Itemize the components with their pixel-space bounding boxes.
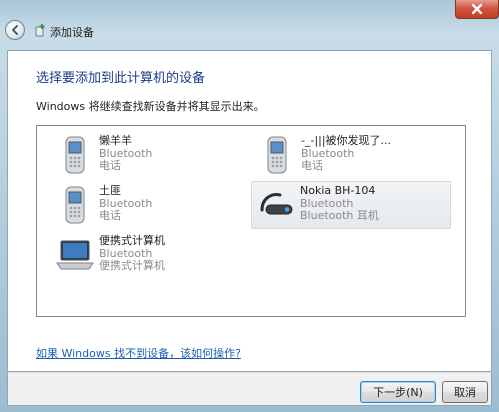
back-arrow-icon bbox=[12, 25, 18, 35]
headset-icon bbox=[252, 182, 300, 228]
content-panel: 选择要添加到此计算机的设备 Windows 将继续查找新设备并将其显示出来。 懒… bbox=[7, 50, 492, 372]
device-name: Nokia BH-104 bbox=[300, 184, 376, 197]
device-name: 懒羊羊 bbox=[99, 134, 132, 147]
device-item[interactable]: -_-|||被你发现了... Bluetooth 电话 bbox=[253, 132, 453, 180]
device-category: 电话 bbox=[99, 159, 121, 172]
phone-icon bbox=[51, 132, 99, 178]
device-name: -_-|||被你发现了... bbox=[301, 134, 392, 147]
cancel-button[interactable]: 取消 bbox=[442, 381, 488, 403]
page-heading: 选择要添加到此计算机的设备 bbox=[36, 71, 206, 86]
help-link[interactable]: 如果 Windows 找不到设备，该如何操作? bbox=[36, 345, 241, 361]
device-category: 电话 bbox=[99, 209, 121, 222]
device-category: 电话 bbox=[301, 159, 323, 172]
device-list[interactable]: 懒羊羊 Bluetooth 电话 土匪 Bluetooth 电话 便携式计算机 … bbox=[36, 125, 466, 317]
device-category: 便携式计算机 bbox=[99, 259, 165, 272]
device-name: 土匪 bbox=[99, 184, 121, 197]
phone-icon bbox=[253, 132, 301, 178]
phone-icon bbox=[51, 182, 99, 228]
close-button[interactable] bbox=[455, 0, 499, 19]
page-subtext: Windows 将继续查找新设备并将其显示出来。 bbox=[36, 100, 265, 113]
device-name: 便携式计算机 bbox=[99, 234, 165, 247]
back-button[interactable] bbox=[5, 20, 25, 40]
device-category: Bluetooth 耳机 bbox=[300, 209, 379, 222]
window-title: 添加设备 bbox=[50, 26, 94, 39]
footer-bar: 下一步(N) 取消 bbox=[7, 372, 492, 406]
device-item[interactable]: 懒羊羊 Bluetooth 电话 bbox=[51, 132, 251, 180]
add-device-icon bbox=[33, 23, 47, 37]
laptop-icon bbox=[51, 232, 99, 278]
device-item-selected[interactable]: Nokia BH-104 Bluetooth Bluetooth 耳机 bbox=[251, 181, 451, 229]
close-icon bbox=[471, 3, 483, 14]
device-item[interactable]: 土匪 Bluetooth 电话 bbox=[51, 182, 251, 230]
next-button[interactable]: 下一步(N) bbox=[360, 381, 436, 403]
device-item[interactable]: 便携式计算机 Bluetooth 便携式计算机 bbox=[51, 232, 251, 280]
